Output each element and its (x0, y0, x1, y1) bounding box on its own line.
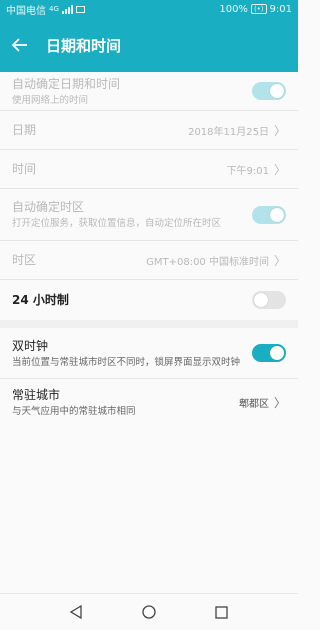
triangle-back-icon (70, 605, 82, 619)
circle-home-icon (142, 605, 156, 619)
status-bar: 中国电信 4G 100% (•) 9:01 (0, 0, 298, 18)
dual-clock-toggle[interactable] (252, 344, 286, 362)
timezone-value: GMT+08:00 中国标准时间 (146, 256, 269, 268)
settings-list: 自动确定日期和时间 使用网络上的时间 日期 2018年11月25日 〉 时间 下… (0, 72, 298, 425)
dual-clock-row[interactable]: 双时钟 当前位置与常驻城市时区不同时，锁屏界面显示双时钟 (0, 328, 298, 379)
home-city-subtitle: 与天气应用中的常驻城市相同 (12, 405, 136, 417)
dual-clock-subtitle: 当前位置与常驻城市时区不同时，锁屏界面显示双时钟 (12, 356, 241, 368)
signal-icon (61, 4, 73, 14)
battery-percent-label: 100% (219, 3, 248, 15)
chevron-right-icon: 〉 (273, 253, 286, 268)
back-button[interactable] (0, 18, 40, 72)
time-title: 时间 (12, 162, 37, 176)
timezone-title: 时区 (12, 253, 37, 267)
timezone-row[interactable]: 时区 GMT+08:00 中国标准时间 〉 (0, 241, 298, 280)
auto-datetime-subtitle: 使用网络上的时间 (12, 94, 89, 106)
auto-datetime-toggle[interactable] (252, 82, 286, 100)
chevron-right-icon: 〉 (273, 162, 286, 177)
date-title: 日期 (12, 123, 37, 137)
auto-datetime-title: 自动确定日期和时间 (12, 76, 121, 91)
home-city-title: 常驻城市 (12, 387, 61, 402)
hour24-toggle[interactable] (252, 291, 286, 309)
section-divider (0, 320, 298, 328)
arrow-left-icon (11, 38, 27, 52)
auto-timezone-subtitle: 打开定位服务，获取位置信息，自动定位所在时区 (12, 218, 222, 229)
clock-label: 9:01 (269, 3, 292, 15)
time-value: 下午9:01 (226, 165, 269, 177)
hour24-row[interactable]: 24 小时制 (0, 280, 298, 320)
hour24-title: 24 小时制 (12, 293, 69, 307)
chevron-right-icon: 〉 (273, 395, 286, 410)
auto-timezone-row[interactable]: 自动确定时区 打开定位服务，获取位置信息，自动定位所在时区 (0, 189, 298, 241)
date-value: 2018年11月25日 (188, 126, 269, 138)
nav-home-button[interactable] (134, 597, 164, 627)
system-nav-bar (0, 593, 298, 630)
auto-timezone-toggle[interactable] (252, 205, 286, 224)
time-row[interactable]: 时间 下午9:01 〉 (0, 150, 298, 189)
dual-clock-title: 双时钟 (12, 338, 49, 353)
home-city-value: 郫都区 (238, 398, 269, 410)
nav-back-button[interactable] (61, 597, 91, 627)
nav-recent-button[interactable] (207, 597, 237, 627)
page-title: 日期和时间 (46, 36, 122, 55)
network-type-label: 4G (49, 5, 59, 13)
auto-datetime-row[interactable]: 自动确定日期和时间 使用网络上的时间 (0, 72, 298, 111)
battery-icon: (•) (250, 4, 267, 14)
auto-timezone-title: 自动确定时区 (12, 200, 85, 214)
date-row[interactable]: 日期 2018年11月25日 〉 (0, 111, 298, 150)
app-bar: 日期和时间 (0, 18, 298, 72)
home-city-row[interactable]: 常驻城市 与天气应用中的常驻城市相同 郫都区 〉 (0, 379, 298, 425)
carrier-label: 中国电信 (6, 5, 46, 17)
gallery-notification-icon (75, 5, 85, 13)
square-recent-icon (215, 605, 228, 619)
chevron-right-icon: 〉 (273, 123, 286, 138)
